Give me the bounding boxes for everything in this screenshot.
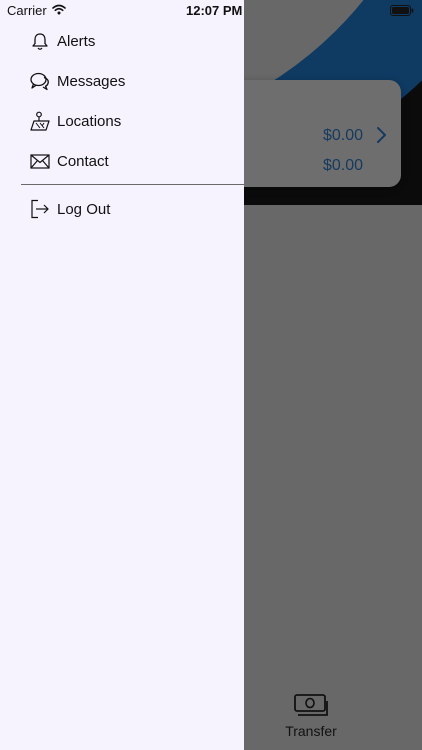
clock: 12:07 PM: [186, 3, 243, 18]
menu-item-label: Messages: [57, 72, 126, 90]
side-drawer: Alerts Messages Locations Contact Log Ou…: [0, 0, 244, 750]
menu-item-messages[interactable]: Messages: [0, 61, 244, 101]
cash-transfer-icon: [294, 694, 328, 716]
menu-item-locations[interactable]: Locations: [0, 101, 244, 141]
logout-icon: [30, 199, 50, 219]
envelope-icon: [30, 151, 50, 171]
status-bar: Carrier 12:07 PM: [0, 0, 422, 22]
menu-item-alerts[interactable]: Alerts: [0, 21, 244, 61]
bell-icon: [30, 31, 50, 51]
battery-icon: [390, 5, 414, 16]
tab-transfer[interactable]: Transfer: [276, 693, 346, 743]
menu-item-logout[interactable]: Log Out: [0, 189, 244, 229]
balance-value: $0.00: [322, 157, 363, 174]
chat-bubbles-icon: [30, 71, 50, 91]
wifi-icon: [52, 4, 66, 15]
menu-item-label: Contact: [57, 152, 109, 170]
menu-item-label: Alerts: [57, 32, 96, 50]
drawer-menu: Alerts Messages Locations Contact: [0, 21, 244, 181]
tab-transfer-label: Transfer: [285, 723, 337, 739]
menu-divider: [21, 184, 244, 185]
logout-label: Log Out: [57, 201, 111, 218]
chevron-right-icon[interactable]: [375, 126, 389, 144]
carrier-label: Carrier: [7, 3, 47, 18]
map-pin-icon: [30, 111, 50, 131]
balance-value: $0.00: [322, 127, 363, 144]
menu-item-contact[interactable]: Contact: [0, 141, 244, 181]
menu-item-label: Locations: [57, 112, 122, 130]
